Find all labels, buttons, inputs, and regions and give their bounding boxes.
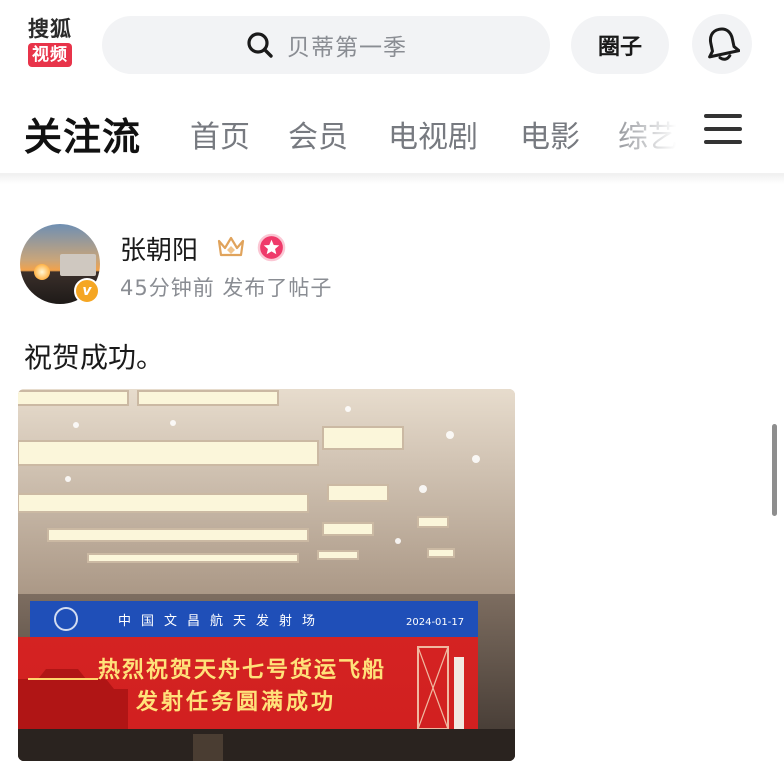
- search-icon: [247, 32, 273, 58]
- avatar-sun-shape: [34, 264, 50, 280]
- launch-hall-photo: 中国文昌航天发射场 2024-01-17 热烈祝贺天舟七号货运飞船 发射任务圆满…: [18, 389, 515, 761]
- logo-top-text: 搜狐: [28, 16, 72, 41]
- logo-bottom-text: 视频: [28, 43, 72, 67]
- post-action: 发布了帖子: [222, 276, 333, 300]
- sohu-video-feed-screen: 搜狐 视频 贝蒂第一季 圈子 关注流 首页 会员 电视剧 电影 综艺: [0, 0, 784, 780]
- tab-movies[interactable]: 电影: [520, 112, 580, 156]
- search-placeholder: 贝蒂第一季: [287, 35, 407, 61]
- avatar-building-shape: [60, 254, 96, 276]
- sohu-video-logo[interactable]: 搜狐 视频: [22, 16, 78, 70]
- menu-icon[interactable]: [704, 114, 742, 148]
- screen-header-left: 中国文昌航天发射场: [118, 613, 325, 629]
- crown-icon: [217, 236, 245, 257]
- search-bar[interactable]: 贝蒂第一季: [102, 16, 550, 74]
- bell-icon: [708, 27, 740, 61]
- post-text: 祝贺成功。: [24, 341, 165, 374]
- top-bar: 搜狐 视频 贝蒂第一季 圈子: [0, 0, 784, 92]
- author-name[interactable]: 张朝阳: [120, 230, 198, 267]
- tab-tv-series[interactable]: 电视剧: [388, 112, 478, 156]
- screen-line-2: 发射任务圆满成功: [135, 689, 336, 715]
- tabs-divider: [0, 174, 784, 184]
- tab-following[interactable]: 关注流: [24, 106, 141, 161]
- post-meta: 45分钟前 发布了帖子: [120, 272, 332, 302]
- circle-button[interactable]: 圈子: [571, 16, 669, 74]
- post-image[interactable]: 中国文昌航天发射场 2024-01-17 热烈祝贺天舟七号货运飞船 发射任务圆满…: [18, 389, 515, 761]
- star-badge-icon: [257, 233, 286, 262]
- tab-home[interactable]: 首页: [190, 112, 250, 156]
- verified-badge: v: [74, 278, 100, 304]
- post-time: 45分钟前: [120, 276, 215, 300]
- tab-vip[interactable]: 会员: [288, 112, 348, 156]
- tab-fade-overlay: [600, 102, 690, 164]
- scrollbar[interactable]: [772, 424, 777, 516]
- screen-line-1: 热烈祝贺天舟七号货运飞船: [98, 657, 386, 683]
- notification-button[interactable]: [692, 14, 752, 74]
- channel-tabs: 关注流 首页 会员 电视剧 电影 综艺: [0, 92, 784, 174]
- screen-header-right: 2024-01-17: [406, 617, 464, 628]
